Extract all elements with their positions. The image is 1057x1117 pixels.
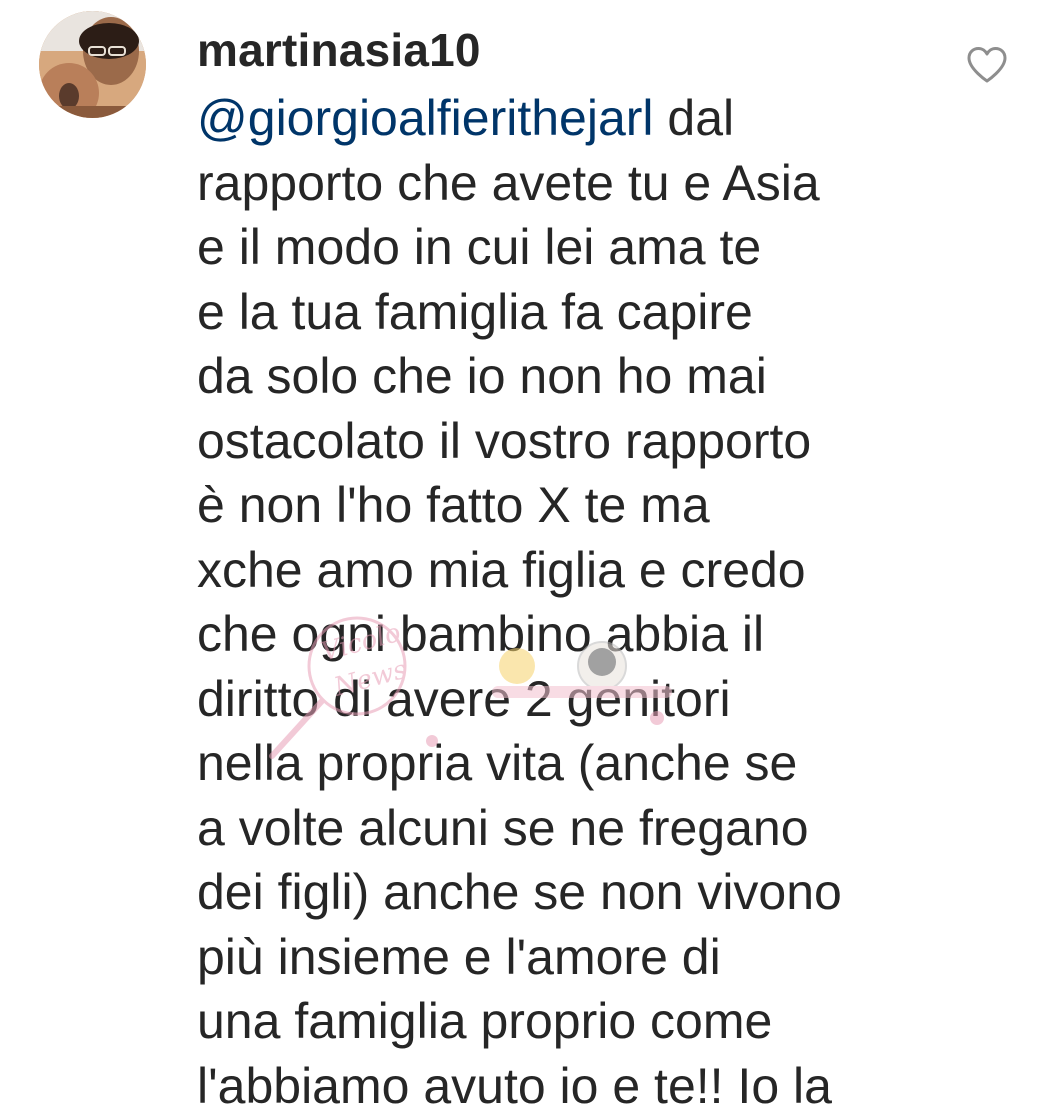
heart-outline-icon — [967, 47, 1007, 83]
avatar[interactable] — [39, 11, 146, 118]
like-button[interactable] — [966, 46, 1008, 84]
comment-body: dal rapporto che avete tu e Asia e il mo… — [197, 90, 842, 1114]
profile-photo-icon — [39, 11, 146, 118]
comment-item: martinasia10 @giorgioalfierithejarl dal … — [0, 0, 1057, 1117]
comment-text: @giorgioalfierithejarl dal rapporto che … — [197, 86, 1017, 1117]
comment-username[interactable]: martinasia10 — [197, 22, 481, 78]
mention-link[interactable]: @giorgioalfierithejarl — [197, 90, 654, 146]
